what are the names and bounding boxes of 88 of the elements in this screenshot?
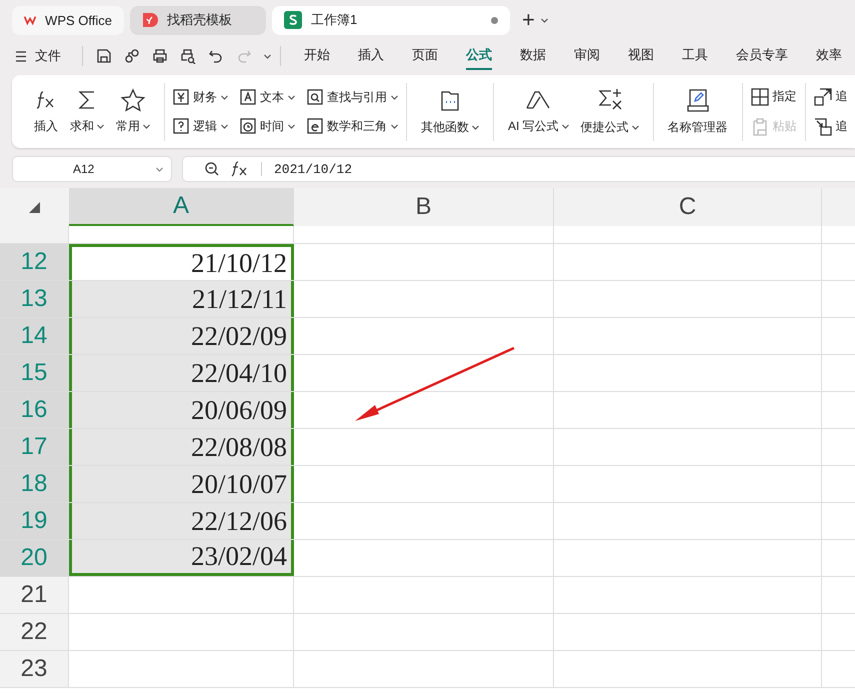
ribbon-tab[interactable]: 效率: [816, 42, 842, 70]
caret-icon: [221, 94, 228, 100]
ribbon-button[interactable]: 追: [814, 118, 848, 136]
ribbon-tab[interactable]: 页面: [412, 42, 438, 70]
document-tab[interactable]: 找稻壳模板: [130, 6, 266, 34]
ribbon-button[interactable]: 指定: [750, 88, 797, 106]
spreadsheet-logo-icon: [284, 11, 302, 29]
select-all-icon[interactable]: [29, 202, 40, 212]
caret-icon: [472, 125, 479, 130]
undo-icon: [208, 48, 224, 64]
grid-icon: [750, 88, 769, 106]
print-preview-icon: [180, 48, 196, 64]
star-icon: [120, 88, 146, 112]
file-menu[interactable]: 文件: [35, 47, 61, 65]
trace-icon: [814, 88, 832, 106]
ribbon-tab[interactable]: 开始: [304, 42, 330, 70]
ribbon-button[interactable]: 追: [814, 88, 848, 106]
function-icon[interactable]: [231, 161, 249, 177]
text-icon: [240, 89, 256, 105]
ribbon-button[interactable]: 其他函数: [415, 87, 485, 136]
table-cell: 22/12/06: [69, 503, 294, 539]
caret-icon: [632, 125, 639, 130]
save-icon: [96, 48, 112, 64]
ribbon-tab[interactable]: 审阅: [574, 42, 600, 70]
unsaved-dot: [491, 16, 498, 24]
document-tab[interactable]: WPS Office: [12, 6, 124, 34]
ribbon-button[interactable]: 财务: [173, 88, 228, 106]
redo-icon: [236, 48, 252, 64]
ribbon-button[interactable]: 文本: [240, 88, 295, 106]
row-header[interactable]: 21: [0, 577, 69, 613]
template-logo-icon: [142, 12, 158, 28]
ribbon-button[interactable]: 名称管理器: [662, 87, 734, 136]
caret-icon: [97, 124, 104, 129]
ribbon-button[interactable]: 求和: [64, 88, 110, 135]
paste-icon: [750, 118, 769, 136]
column-header[interactable]: B: [294, 188, 554, 226]
ribbon-tab[interactable]: 视图: [628, 42, 654, 70]
ribbon-tab[interactable]: 插入: [358, 42, 384, 70]
finance-icon: [173, 89, 189, 105]
caret-icon: [143, 124, 150, 129]
clock-icon: [240, 118, 256, 134]
ribbon-button[interactable]: 插入: [28, 88, 64, 135]
table-cell: 20/06/09: [69, 392, 294, 428]
caret-icon: [288, 94, 295, 100]
ribbon-button[interactable]: AI 写公式: [502, 88, 575, 135]
formula-text: 2021/10/12: [274, 162, 352, 176]
table-cell: 23/02/04: [69, 540, 294, 576]
ribbon-button[interactable]: 逻辑: [173, 118, 228, 134]
print-icon: [152, 48, 168, 64]
row-header[interactable]: 22: [0, 614, 69, 650]
column-header[interactable]: A: [69, 188, 294, 226]
share-icon: [124, 48, 140, 64]
caret-icon: [391, 124, 398, 128]
caret-icon: [562, 124, 569, 129]
math-icon: [307, 118, 323, 134]
trace-icon: [814, 118, 832, 136]
table-cell: 21/10/12: [69, 244, 294, 280]
ribbon-button[interactable]: 常用: [110, 88, 156, 135]
question-icon: [173, 118, 189, 134]
ribbon-button[interactable]: 时间: [240, 118, 295, 134]
new-tab-button[interactable]: +: [522, 7, 535, 33]
table-cell: 21/12/11: [69, 281, 294, 317]
zoom-out-icon: [205, 162, 219, 176]
table-cell: 22/08/08: [69, 429, 294, 465]
ribbon-tab[interactable]: 会员专享: [736, 42, 788, 70]
caret-icon: [540, 18, 548, 22]
ribbon-tab[interactable]: 公式: [466, 42, 492, 70]
formula-bar[interactable]: 2021/10/12: [182, 156, 855, 182]
table-cell: 22/02/09: [69, 318, 294, 354]
table-cell: 22/04/10: [69, 355, 294, 391]
ribbon-tab[interactable]: 数据: [520, 42, 546, 70]
ribbon-tab[interactable]: 工具: [682, 42, 708, 70]
lookup-icon: [307, 89, 323, 105]
document-tab[interactable]: 工作簿1: [272, 6, 510, 34]
column-header[interactable]: C: [554, 188, 822, 226]
caret-icon: [156, 166, 163, 172]
ribbon-button[interactable]: 便捷公式: [574, 87, 645, 136]
menu-icon[interactable]: [16, 50, 26, 62]
caret-icon: [391, 94, 398, 100]
row-header[interactable]: 23: [0, 651, 69, 687]
ribbon-button[interactable]: 数学和三角: [307, 118, 398, 134]
caret-icon: [264, 54, 270, 58]
table-cell: 20/10/07: [69, 466, 294, 502]
ribbon-button[interactable]: 查找与引用: [307, 88, 398, 106]
caret-icon: [221, 124, 228, 128]
caret-icon: [288, 124, 295, 128]
name-manager-icon: [686, 87, 710, 113]
name-box[interactable]: A12: [12, 156, 172, 182]
